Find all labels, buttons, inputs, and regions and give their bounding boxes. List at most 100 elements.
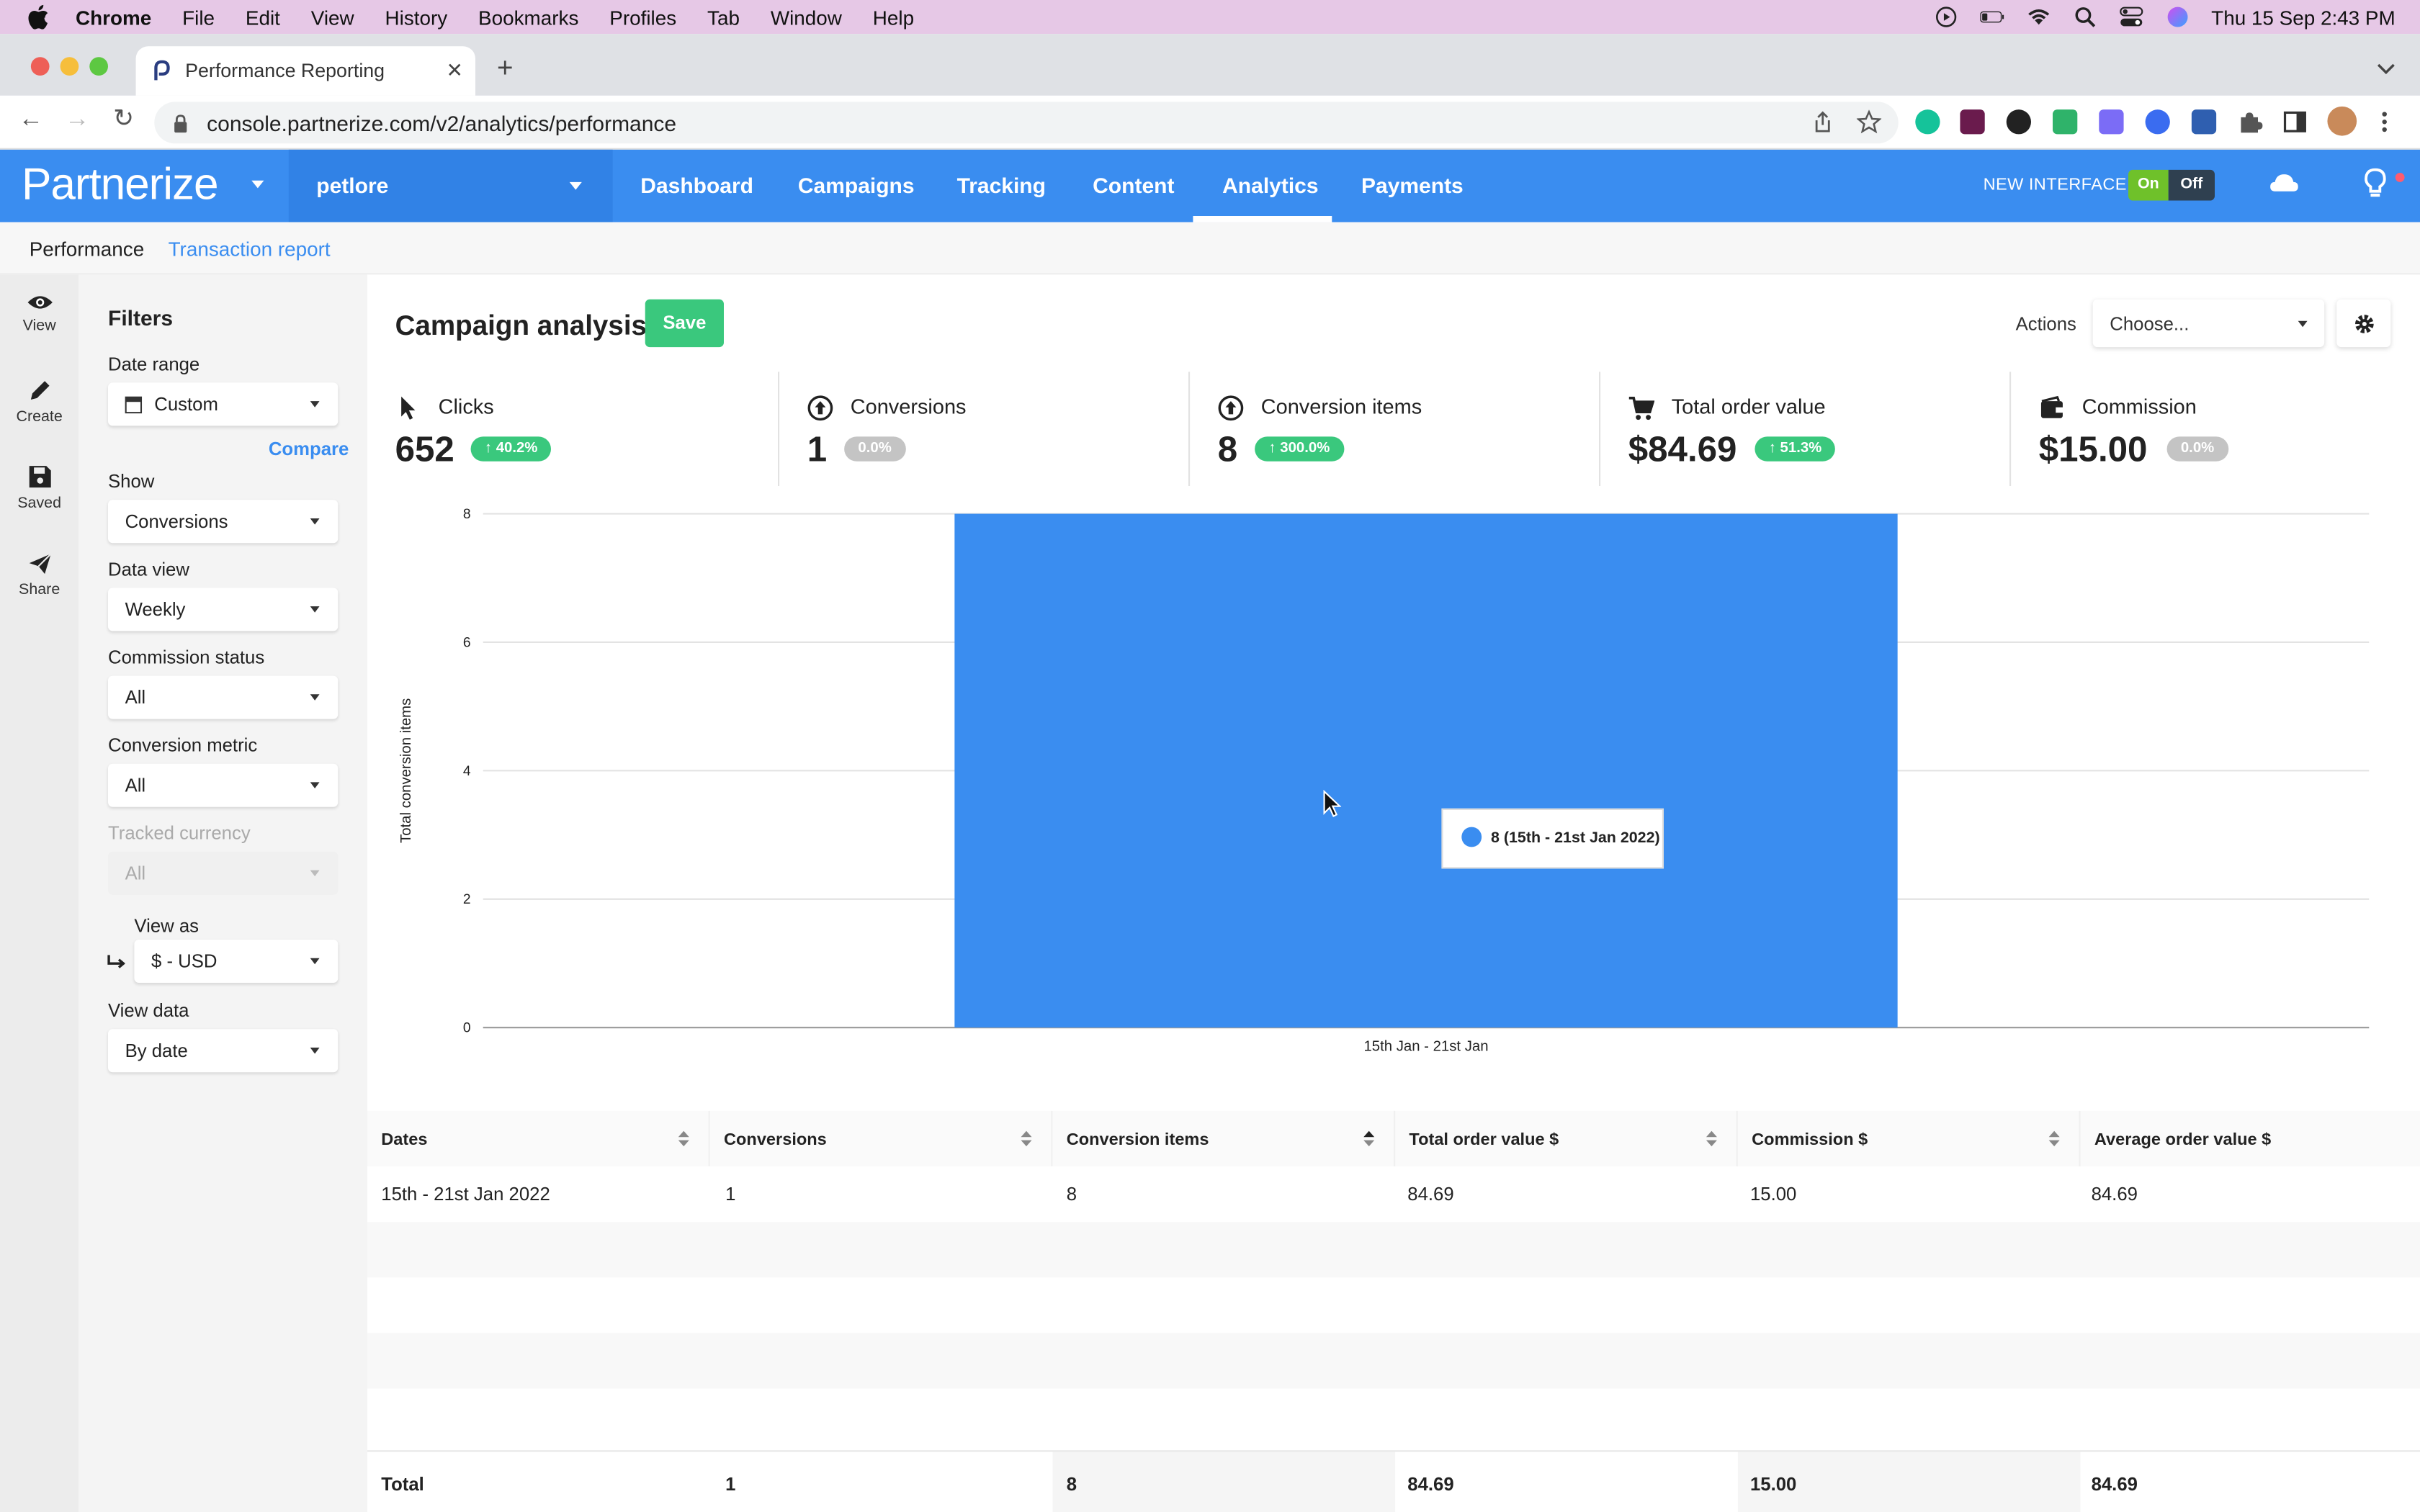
side-panel-icon[interactable] xyxy=(2282,109,2307,134)
share-page-icon[interactable] xyxy=(1812,109,1837,134)
table-row-empty xyxy=(367,1389,2420,1444)
menu-edit[interactable]: Edit xyxy=(246,6,280,29)
column-header-conversion-items[interactable]: Conversion items xyxy=(1052,1110,1396,1166)
forward-icon[interactable]: → xyxy=(65,107,89,132)
browser-tab-active[interactable]: Performance Reporting ✕ xyxy=(135,46,476,96)
sort-icon[interactable] xyxy=(2048,1130,2061,1148)
tab-close-icon[interactable]: ✕ xyxy=(446,58,462,83)
brand-chevron-down-icon[interactable] xyxy=(251,180,264,189)
data-view-select[interactable]: Weekly xyxy=(108,588,339,631)
extension-k-icon[interactable] xyxy=(2006,109,2031,135)
extension-search-icon[interactable] xyxy=(2191,109,2217,135)
settings-button[interactable] xyxy=(2336,299,2391,348)
table-row[interactable]: 15th - 21st Jan 2022 1 8 84.69 15.00 84.… xyxy=(367,1166,2420,1222)
column-header-dates[interactable]: Dates xyxy=(367,1110,710,1166)
nav-payments[interactable]: Payments xyxy=(1361,173,1464,197)
column-header-commission[interactable]: Commission $ xyxy=(1738,1110,2081,1166)
apple-icon[interactable] xyxy=(28,4,50,30)
bookmark-star-icon[interactable] xyxy=(1856,109,1882,134)
view-data-select[interactable]: By date xyxy=(108,1029,339,1073)
date-range-select[interactable]: Custom xyxy=(108,382,339,426)
window-close-button[interactable] xyxy=(30,57,50,76)
menu-file[interactable]: File xyxy=(182,6,215,29)
url-text[interactable]: console.partnerize.com/v2/analytics/perf… xyxy=(207,110,676,135)
column-header-label: Average order value $ xyxy=(2094,1130,2272,1150)
account-switcher[interactable]: petlore xyxy=(288,149,613,222)
spotlight-search-icon[interactable] xyxy=(2072,6,2097,28)
address-bar[interactable]: console.partnerize.com/v2/analytics/perf… xyxy=(154,102,1899,144)
table-row-empty xyxy=(367,1222,2420,1278)
compare-link[interactable]: Compare xyxy=(269,438,349,460)
floppy-disk-icon xyxy=(28,466,50,488)
sort-icon[interactable] xyxy=(1706,1130,1718,1148)
menu-help[interactable]: Help xyxy=(873,6,914,29)
play-icon[interactable] xyxy=(1933,6,1958,28)
extension-calendar-icon[interactable] xyxy=(1960,109,1985,135)
control-center-icon[interactable] xyxy=(2119,6,2143,28)
app-menu-chrome[interactable]: Chrome xyxy=(76,6,151,29)
y-tick-label: 6 xyxy=(463,635,471,650)
rail-view[interactable]: View xyxy=(0,293,79,335)
menu-bookmarks[interactable]: Bookmarks xyxy=(478,6,578,29)
rail-saved-label: Saved xyxy=(17,495,62,513)
mouse-pointer-icon xyxy=(1323,790,1342,818)
nav-campaigns[interactable]: Campaigns xyxy=(798,173,915,197)
nav-tracking[interactable]: Tracking xyxy=(957,173,1046,197)
show-select[interactable]: Conversions xyxy=(108,500,339,544)
toggle-on[interactable]: On xyxy=(2128,169,2169,201)
wifi-icon[interactable] xyxy=(2026,6,2051,28)
chevron-down-icon xyxy=(310,401,320,408)
sort-icon[interactable] xyxy=(1020,1130,1032,1148)
cloud-sync-icon[interactable] xyxy=(2269,170,2300,205)
menu-window[interactable]: Window xyxy=(771,6,842,29)
rail-saved[interactable]: Saved xyxy=(0,464,79,512)
menu-view[interactable]: View xyxy=(311,6,354,29)
chart-tooltip: 8 (15th - 21st Jan 2022) xyxy=(1441,808,1664,869)
lightbulb-icon[interactable] xyxy=(2363,168,2388,207)
extension-d-icon[interactable] xyxy=(2099,109,2124,135)
menubar-clock[interactable]: Thu 15 Sep 2:43 PM xyxy=(2211,6,2396,29)
siri-icon[interactable] xyxy=(2165,6,2190,28)
reload-icon[interactable]: ↻ xyxy=(111,107,135,132)
grammarly-extension-icon[interactable] xyxy=(1915,109,1940,135)
y-tick-label: 8 xyxy=(463,507,471,522)
toggle-off[interactable]: Off xyxy=(2168,169,2215,201)
view-as-select[interactable]: $ - USD xyxy=(134,940,339,983)
profile-avatar[interactable] xyxy=(2327,106,2357,136)
battery-icon[interactable] xyxy=(1979,6,2004,28)
nav-analytics[interactable]: Analytics xyxy=(1222,173,1318,197)
rail-create[interactable]: Create xyxy=(0,378,79,426)
menu-profiles[interactable]: Profiles xyxy=(609,6,676,29)
tab-search-icon[interactable] xyxy=(2377,55,2396,84)
extensions-puzzle-icon[interactable] xyxy=(2238,109,2263,134)
chrome-menu-icon[interactable] xyxy=(2380,109,2404,134)
kpi-total-order-value: Total order value $84.69 ↑ 51.3% xyxy=(1599,372,2009,486)
rail-share[interactable]: Share xyxy=(0,552,79,598)
new-interface-toggle[interactable]: On Off xyxy=(2128,169,2215,201)
view-data-value: By date xyxy=(125,1040,188,1062)
window-zoom-button[interactable] xyxy=(89,57,108,76)
sort-icon[interactable] xyxy=(678,1130,690,1148)
save-button[interactable]: Save xyxy=(645,299,724,348)
extension-flag-icon[interactable] xyxy=(2053,109,2078,135)
column-header-conversions[interactable]: Conversions xyxy=(710,1110,1053,1166)
new-tab-button[interactable]: + xyxy=(497,53,514,85)
extension-wave-icon[interactable] xyxy=(2145,109,2170,135)
actions-select[interactable]: Choose... xyxy=(2092,299,2325,348)
subnav-transaction-report[interactable]: Transaction report xyxy=(169,238,331,261)
kpi-trend-badge: ↑ 40.2% xyxy=(470,436,552,462)
conversion-metric-select[interactable]: All xyxy=(108,763,339,807)
menu-tab[interactable]: Tab xyxy=(707,6,740,29)
nav-content[interactable]: Content xyxy=(1093,173,1174,197)
column-header-average-order-value[interactable]: Average order value $ xyxy=(2081,1111,2420,1166)
nav-dashboard[interactable]: Dashboard xyxy=(640,173,753,197)
kpi-trend-badge: 0.0% xyxy=(844,436,906,462)
window-minimize-button[interactable] xyxy=(60,57,79,76)
commission-status-select[interactable]: All xyxy=(108,675,339,719)
subnav-performance[interactable]: Performance xyxy=(30,238,144,261)
column-header-total-order-value[interactable]: Total order value $ xyxy=(1395,1110,1738,1166)
sort-active-icon[interactable] xyxy=(1363,1130,1375,1148)
partnerize-logo[interactable]: Partnerize xyxy=(22,161,219,212)
menu-history[interactable]: History xyxy=(385,6,448,29)
back-icon[interactable]: ← xyxy=(19,107,43,132)
